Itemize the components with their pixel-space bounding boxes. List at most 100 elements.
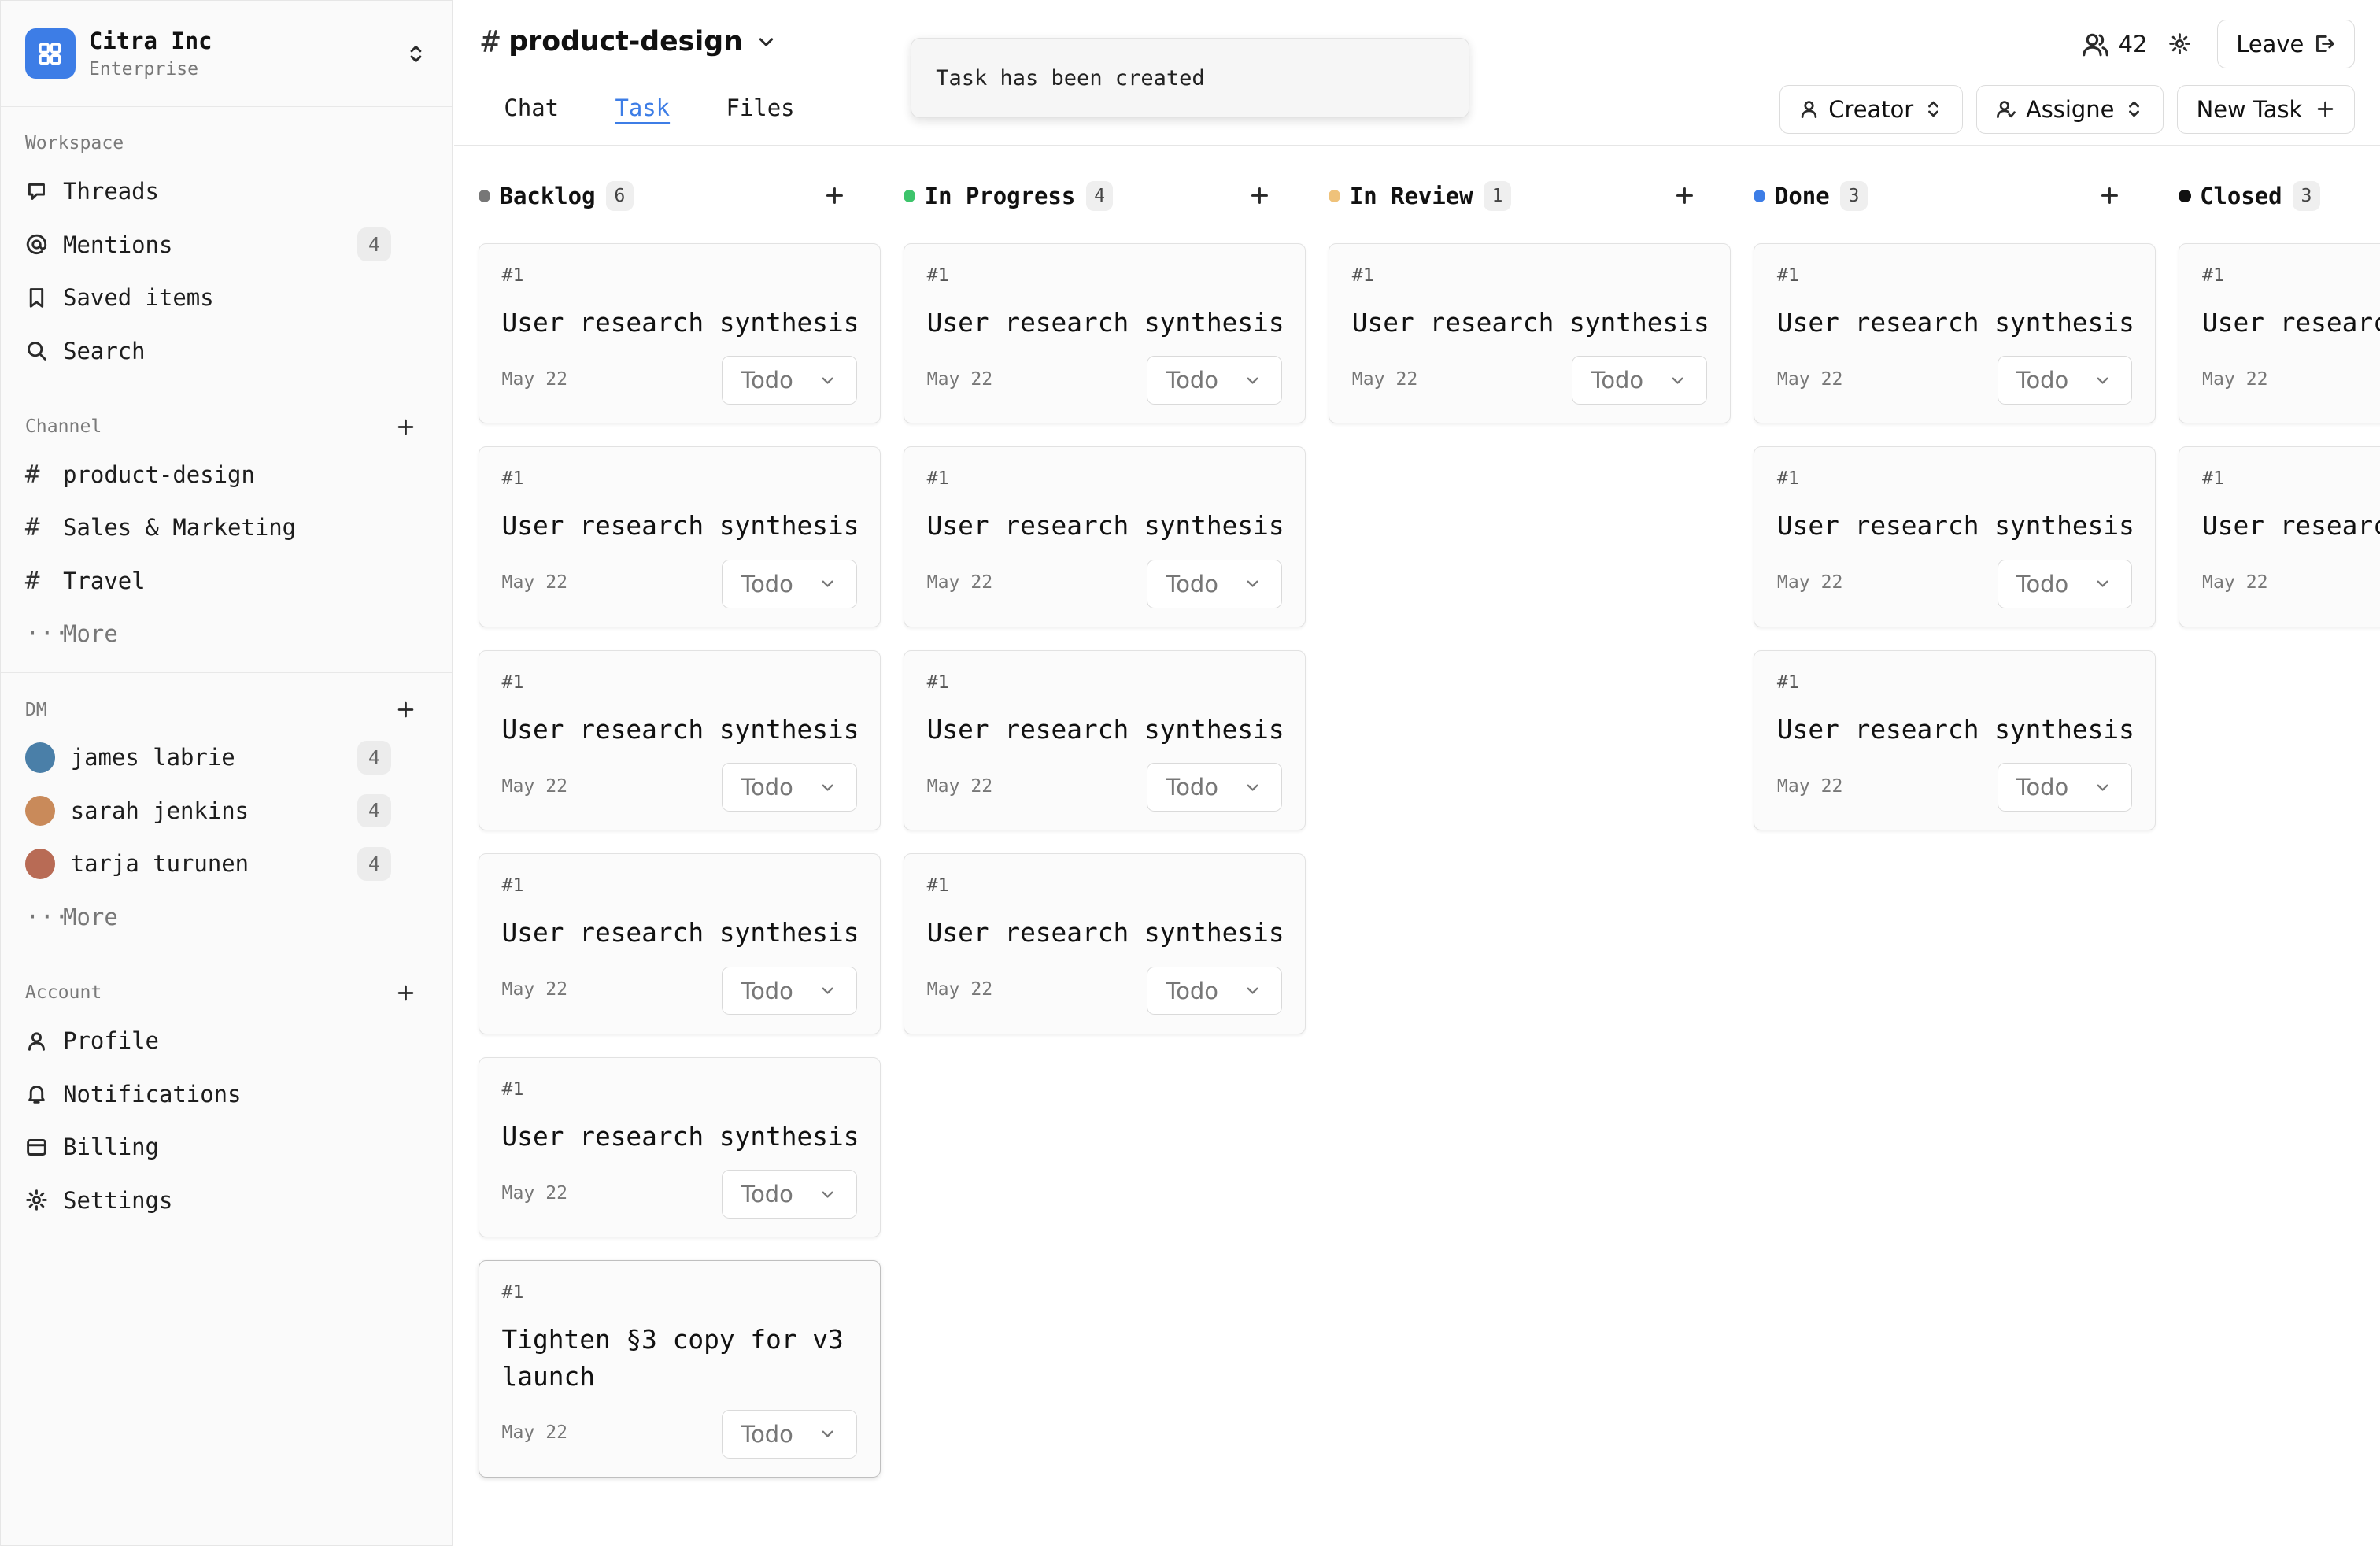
task-date: May 22: [926, 979, 993, 1000]
leave-button[interactable]: Leave: [2217, 20, 2355, 68]
task-card[interactable]: #1User research synthesisMay 22Todo: [478, 853, 881, 1034]
status-select[interactable]: Todo: [722, 559, 857, 608]
at-icon: [26, 234, 46, 255]
status-label: Todo: [741, 977, 793, 1004]
user-icon: [28, 1032, 45, 1051]
sidebar-item-label: product-design: [63, 460, 255, 488]
task-card[interactable]: #1User research synthesisMay 22Todo: [903, 649, 1306, 831]
plus-icon: [398, 419, 414, 435]
sidebar-item-saved[interactable]: Saved items: [1, 271, 452, 324]
task-card[interactable]: #1User research synthesisMay 22Todo: [478, 446, 881, 627]
sidebar-item-profile[interactable]: Profile: [1, 1014, 452, 1067]
gear-icon[interactable]: [2168, 32, 2191, 55]
sidebar-item-more-dms[interactable]: ··· More: [1, 890, 452, 944]
status-select[interactable]: Todo: [722, 1410, 857, 1459]
count-badge: 4: [357, 793, 391, 828]
sidebar-item-more-channels[interactable]: ··· More: [1, 608, 452, 661]
task-title: User research synthesis: [501, 307, 859, 338]
task-card[interactable]: #1User research synthesisMay 22Todo: [903, 853, 1306, 1034]
status-select[interactable]: Todo: [1997, 356, 2133, 405]
sidebar-item-mentions[interactable]: Mentions 4: [1, 218, 452, 272]
task-number: #1: [501, 1078, 524, 1100]
sidebar-item-settings[interactable]: Settings: [1, 1174, 452, 1227]
tab-files[interactable]: Files: [726, 94, 794, 121]
sidebar-item-channel[interactable]: # product-design: [1, 448, 452, 501]
sidebar-item-label: Billing: [63, 1134, 159, 1161]
channel-title-dropdown[interactable]: # product-design: [481, 24, 778, 60]
avatar: [24, 742, 56, 773]
sidebar-item-dm[interactable]: sarah jenkins 4: [1, 784, 452, 838]
sidebar-item-channel[interactable]: # Travel: [1, 554, 452, 608]
sidebar-item-channel[interactable]: # Sales & Marketing: [1, 501, 452, 555]
task-card[interactable]: #1User research synthesisMay 22Todo: [1753, 649, 2156, 831]
task-title: User research synthesis: [501, 918, 859, 949]
task-number: #1: [926, 468, 949, 490]
sidebar-item-search[interactable]: Search: [1, 324, 452, 378]
count-badge: 4: [357, 741, 391, 775]
status-select[interactable]: Todo: [722, 763, 857, 812]
sidebar-item-label: Search: [63, 337, 146, 364]
sidebar-item-threads[interactable]: Threads: [1, 165, 452, 218]
user-check-icon: [1997, 101, 2016, 119]
new-task-button[interactable]: New Task: [2177, 85, 2355, 134]
chevrons-up-down-icon[interactable]: [405, 43, 427, 65]
status-select[interactable]: Todo: [722, 1170, 857, 1219]
status-select[interactable]: Todo: [1997, 559, 2133, 608]
add-task-icon[interactable]: [2098, 184, 2121, 207]
add-dm-button[interactable]: [391, 694, 422, 725]
add-account-button[interactable]: [391, 978, 422, 1008]
task-card[interactable]: #1User research synthesisMay 22Todo: [903, 242, 1306, 424]
add-task-icon[interactable]: [823, 184, 846, 207]
chevron-down-icon: [822, 377, 833, 384]
status-dot: [1328, 190, 1341, 202]
status-label: Todo: [741, 774, 793, 801]
status-label: Todo: [741, 570, 793, 597]
add-task-icon[interactable]: [1248, 184, 1271, 207]
task-card[interactable]: #1User research synthesisMay 22Todo: [2179, 242, 2380, 424]
status-select[interactable]: Todo: [1997, 763, 2133, 812]
chevron-down-icon: [2097, 784, 2108, 791]
task-card[interactable]: #1User research synthesisMay 22Todo: [478, 242, 881, 424]
status-select[interactable]: Todo: [1147, 559, 1282, 608]
sidebar-item-dm[interactable]: tarja turunen 4: [1, 838, 452, 891]
task-card[interactable]: #1User research synthesisMay 22Todo: [1328, 242, 1731, 424]
task-card[interactable]: #1User research synthesisMay 22Todo: [2179, 446, 2380, 627]
column-header: Closed 3: [2179, 179, 2380, 213]
sidebar-item-label: More: [63, 903, 118, 930]
task-card[interactable]: #1User research synthesisMay 22Todo: [1753, 446, 2156, 627]
status-select[interactable]: Todo: [1147, 966, 1282, 1015]
task-card[interactable]: #1 Tighten §3 copy for v3 launch May 22 Tod…: [478, 1260, 881, 1478]
avatar: [24, 795, 56, 827]
task-title: User research synthesis: [926, 307, 1284, 338]
status-select[interactable]: Todo: [722, 356, 857, 405]
tab-chat[interactable]: Chat: [504, 94, 559, 121]
members-button[interactable]: 42: [2080, 29, 2147, 60]
chevron-down-icon: [1672, 377, 1683, 384]
task-number: #1: [1776, 264, 1799, 286]
task-card[interactable]: #1User research synthesisMay 22Todo: [1753, 242, 2156, 424]
sidebar-item-billing[interactable]: Billing: [1, 1120, 452, 1174]
creator-filter-button[interactable]: Creator: [1779, 85, 1963, 134]
page-title: product-design: [508, 26, 743, 58]
task-card[interactable]: #1User research synthesisMay 22Todo: [903, 446, 1306, 627]
sidebar-item-notifications[interactable]: Notifications: [1, 1067, 452, 1121]
task-number: #1: [501, 1282, 524, 1304]
tab-task[interactable]: Task: [615, 94, 670, 121]
task-card[interactable]: #1User research synthesisMay 22Todo: [478, 1056, 881, 1238]
status-select[interactable]: Todo: [722, 966, 857, 1015]
board-column: Done 3 #1 User research synthesis May 22 Todo…: [1729, 146, 2156, 1543]
add-channel-button[interactable]: [391, 412, 422, 442]
sidebar-item-dm[interactable]: james labrie 4: [1, 731, 452, 785]
task-date: May 22: [926, 368, 993, 390]
chevron-down-icon: [822, 580, 833, 587]
add-task-icon[interactable]: [1673, 184, 1696, 207]
status-select[interactable]: Todo: [1572, 356, 1708, 405]
task-number: #1: [1351, 264, 1374, 286]
assignee-filter-button[interactable]: Assigne: [1976, 85, 2164, 134]
task-card[interactable]: #1User research synthesisMay 22Todo: [478, 649, 881, 831]
status-select[interactable]: Todo: [1147, 763, 1282, 812]
org-switcher[interactable]: Citra Inc Enterprise: [1, 1, 452, 108]
chevron-down-icon: [822, 1191, 833, 1198]
status-select[interactable]: Todo: [1147, 356, 1282, 405]
chevron-down-icon: [822, 1430, 833, 1437]
